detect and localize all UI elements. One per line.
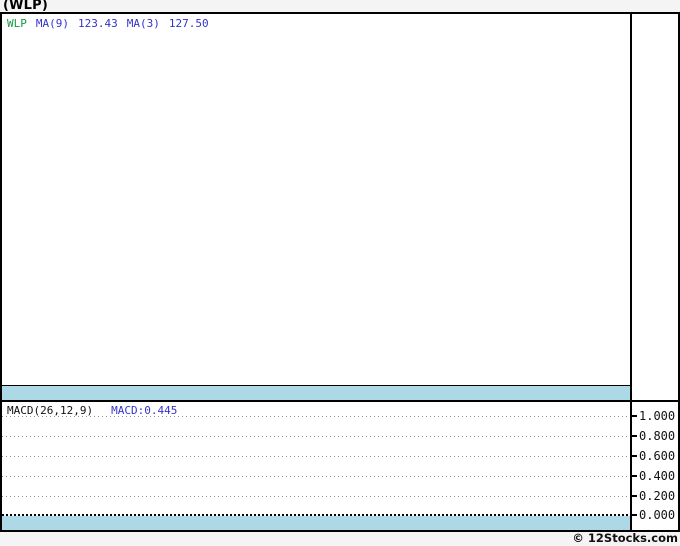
y-axis-label: 1.000 <box>639 408 679 424</box>
y-axis-tick <box>632 475 637 477</box>
y-axis-label: 0.800 <box>639 428 679 444</box>
y-axis-label: 0.000 <box>639 507 679 523</box>
price-panel-legend: WLP MA(9) 123.43 MA(3) 127.50 <box>7 17 209 30</box>
chart-frame: WLP MA(9) 123.43 MA(3) 127.50 MACD(26,12… <box>0 12 680 532</box>
y-axis-tick <box>632 455 637 457</box>
ma9-label: MA(9) <box>36 17 69 30</box>
macd-gridline-0600 <box>2 456 630 457</box>
y-axis-tick <box>632 435 637 437</box>
copyright-text: © 12Stocks.com <box>572 531 678 545</box>
y-axis-tick <box>632 495 637 497</box>
bottom-band <box>2 516 630 530</box>
y-axis-label: 0.200 <box>639 488 679 504</box>
panel-separator-band <box>2 385 630 400</box>
macd-gridline-0400 <box>2 476 630 477</box>
ticker-symbol-label: WLP <box>7 17 27 30</box>
macd-gridline-0200 <box>2 496 630 497</box>
y-axis-tick <box>632 415 637 417</box>
macd-gridline-0800 <box>2 436 630 437</box>
y-axis-label: 0.400 <box>639 468 679 484</box>
y-axis-divider <box>630 14 632 530</box>
macd-gridline-1000 <box>2 416 630 417</box>
ma9-value: 123.43 <box>78 17 118 30</box>
ma3-value: 127.50 <box>169 17 209 30</box>
y-axis-label: 0.600 <box>639 448 679 464</box>
y-axis-tick <box>632 514 637 516</box>
panel-separator-line <box>2 400 678 402</box>
ma3-label: MA(3) <box>127 17 160 30</box>
